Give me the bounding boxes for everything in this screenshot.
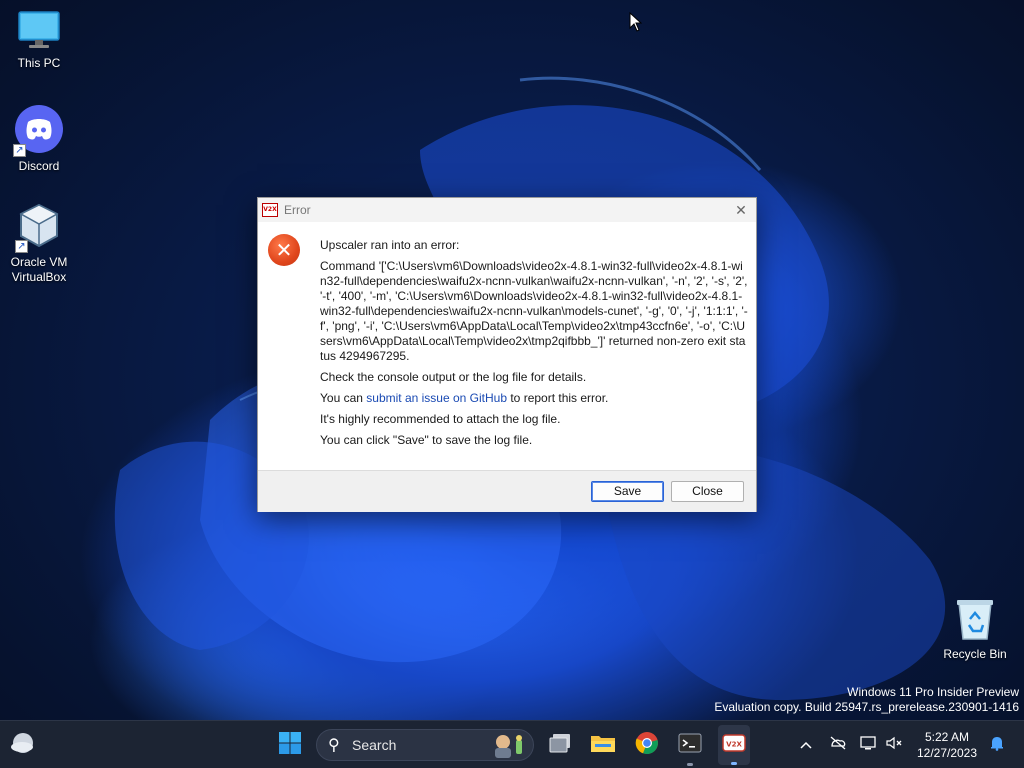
save-button[interactable]: Save [591,481,664,502]
error-message: Upscaler ran into an error: Command '['C… [320,238,748,454]
volume-status[interactable] [884,721,906,768]
active-indicator [731,762,737,765]
video2x-icon: V2X [722,734,746,756]
start-icon [278,731,302,759]
show-hidden-icons-button[interactable] [796,721,816,768]
task-view-icon [548,732,572,758]
desktop-icon-label: Oracle VM VirtualBox [10,255,68,284]
desktop-icon-label: Discord [18,159,60,173]
terminal-icon [678,733,702,757]
clock-time: 5:22 AM [924,730,970,744]
running-indicator [687,763,693,766]
shortcut-arrow-icon: ↗ [13,144,26,157]
recycle-bin-icon [955,597,995,641]
notifications-button[interactable] [986,721,1008,768]
file-explorer-button[interactable] [587,721,619,768]
discord-icon: ↗ [13,105,63,157]
file-explorer-icon [590,732,616,758]
desktop-icon-label: This PC [17,56,61,70]
svg-text:V2X: V2X [726,741,742,749]
recommend-text: It's highly recommended to attach the lo… [320,412,561,426]
clock-date: 12/27/2023 [916,746,978,760]
shortcut-arrow-icon: ↗ [15,240,28,253]
error-dialog: V2X Error ✕ ✕ Upscaler ran into an error… [257,197,757,512]
chevron-up-icon [800,737,812,753]
weather-cloud-icon [10,732,36,758]
start-button[interactable] [272,721,308,768]
desktop-icon-this-pc[interactable]: This PC [0,10,78,71]
evaluation-watermark: Windows 11 Pro Insider Preview Evaluatio… [714,685,1019,715]
desktop-icon-label: Recycle Bin [943,647,1007,661]
close-icon[interactable]: ✕ [732,201,750,219]
display-icon [860,736,878,754]
watermark-line-1: Windows 11 Pro Insider Preview [847,685,1019,699]
close-button[interactable]: Close [671,481,744,502]
issue-prefix: You can [320,391,367,405]
volume-mute-icon [886,736,904,754]
desktop-icon-recycle-bin[interactable]: Recycle Bin [936,597,1014,662]
network-off-icon [829,736,847,754]
check-console-text: Check the console output or the log file… [320,370,587,384]
chrome-icon [635,731,659,759]
save-hint-text: You can click "Save" to save the log fil… [320,433,533,447]
terminal-button[interactable] [674,721,706,768]
issue-line: You can submit an issue on GitHub to rep… [320,391,748,406]
display-status[interactable] [858,721,880,768]
chrome-button[interactable] [631,721,663,768]
search-icon: ⚲ [328,737,340,754]
error-heading: Upscaler ran into an error: [320,238,460,252]
dialog-content: ✕ Upscaler ran into an error: Command '[… [258,222,756,470]
virtualbox-icon: ↗ [15,203,61,253]
dialog-title: Error [284,203,311,217]
taskbar-search-box[interactable]: ⚲ Search [316,729,534,761]
weather-widget[interactable] [6,721,40,768]
watermark-line-2: Evaluation copy. Build 25947.rs_prerelea… [714,700,1019,714]
network-status[interactable] [826,721,850,768]
error-icon: ✕ [268,234,300,266]
error-command: Command '['C:\Users\vm6\Downloads\video2… [320,259,748,363]
monitor-icon [17,10,61,50]
taskbar-clock[interactable]: 5:22 AM 12/27/2023 [912,729,982,761]
video2x-app-icon: V2X [262,203,278,217]
notification-bell-icon [989,735,1005,755]
mouse-cursor-icon [629,11,643,36]
desktop-icon-virtualbox[interactable]: ↗ Oracle VM VirtualBox [0,203,78,285]
dialog-titlebar[interactable]: V2X Error ✕ [258,198,756,222]
video2x-button[interactable]: V2X [718,725,750,765]
search-label: Search [352,737,397,753]
issue-suffix: to report this error. [507,391,609,405]
search-highlight-icon [489,732,529,758]
taskbar: ⚲ Search V2X 5:22 AM 12/27/2023 [0,720,1024,768]
github-issue-link[interactable]: submit an issue on GitHub [366,391,507,405]
desktop-icon-discord[interactable]: ↗ Discord [0,105,78,174]
dialog-footer: Save Close [258,470,756,512]
task-view-button[interactable] [544,721,576,768]
